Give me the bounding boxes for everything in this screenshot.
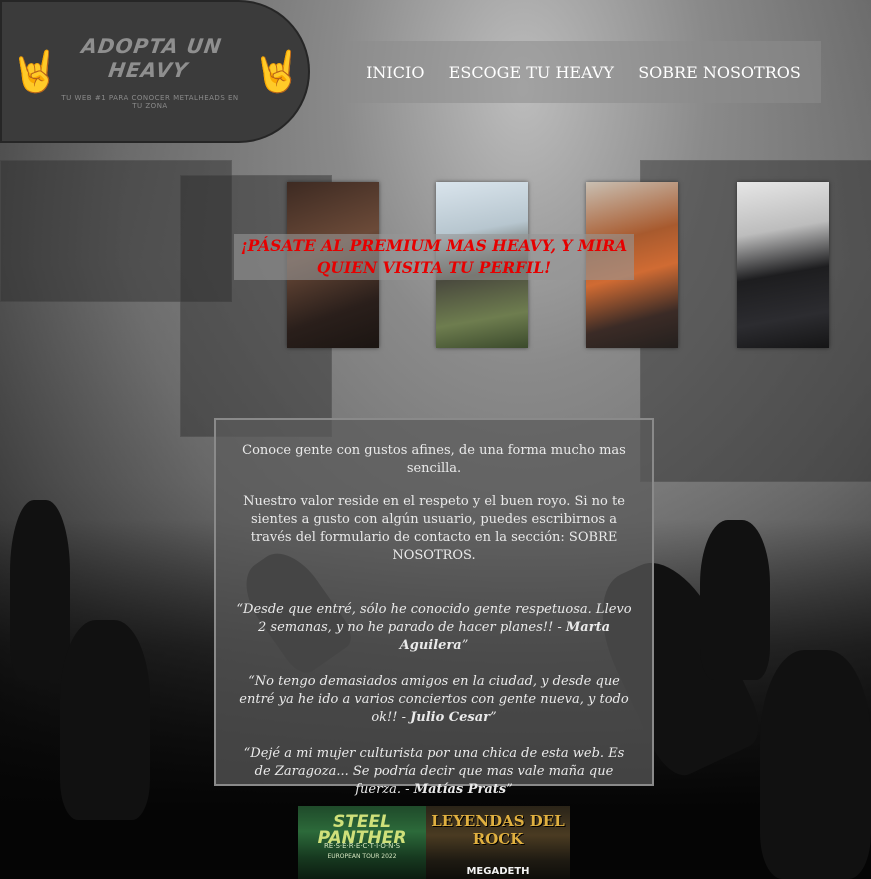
poster-band: MEGADETH <box>466 866 530 877</box>
values-paragraph: Nuestro valor reside en el respeto y el … <box>243 494 625 563</box>
metal-horns-icon: 🤘 <box>10 49 60 95</box>
logo-title: ADOPTA UN HEAVY <box>79 34 224 82</box>
premium-promo-banner[interactable]: ¡PÁSATE AL PREMIUM MAS HEAVY, Y MIRA QUI… <box>234 234 634 280</box>
logo-subtitle: TU WEB #1 PARA CONOCER METALHEADS EN TU … <box>61 94 239 110</box>
raised-hand <box>700 520 770 680</box>
raised-hand <box>60 620 150 820</box>
intro-paragraph: Conoce gente con gustos afines, de una f… <box>242 443 626 476</box>
info-box: Conoce gente con gustos afines, de una f… <box>214 418 654 797</box>
quote-close: ” <box>461 638 469 653</box>
nav-sobre-nosotros[interactable]: SOBRE NOSOTROS <box>638 63 801 82</box>
poster-steel-panther[interactable]: STEEL PANTHER RE·S·E·R·E·C·T·I·O·N·S EUR… <box>298 806 426 879</box>
profile-photo-4[interactable] <box>737 182 829 348</box>
testimonial: “Desde que entré, sólo he conocido gente… <box>234 601 634 655</box>
quote-close: ” <box>490 710 497 725</box>
testimonial: “Dejé a mi mujer culturista por una chic… <box>234 745 634 799</box>
poster-leyendas-del-rock[interactable]: LEYENDAS DEL ROCK MEGADETH <box>426 806 570 879</box>
site-logo[interactable]: 🤘 ADOPTA UN HEAVY 🤘 TU WEB #1 PARA CONOC… <box>0 0 310 143</box>
poster-subtitle: RE·S·E·R·E·C·T·I·O·N·S <box>323 842 401 850</box>
metal-horns-icon: 🤘 <box>252 49 302 95</box>
main-navigation: INICIO ESCOGE TU HEAVY SOBRE NOSOTROS <box>346 41 821 103</box>
poster-title: LEYENDAS DEL ROCK <box>431 812 565 848</box>
quote-close: ” <box>506 782 513 797</box>
testimonial: “No tengo demasiados amigos en la ciudad… <box>234 673 634 727</box>
testimonial-author: Julio Cesar <box>410 710 491 725</box>
nav-escoge-tu-heavy[interactable]: ESCOGE TU HEAVY <box>449 63 614 82</box>
testimonials: “Desde que entré, sólo he conocido gente… <box>234 601 634 799</box>
testimonial-author: Matías Prats <box>413 782 507 797</box>
nav-inicio[interactable]: INICIO <box>366 63 424 82</box>
poster-tour: EUROPEAN TOUR 2022 <box>327 853 397 860</box>
raised-hand <box>10 500 70 680</box>
raised-hand <box>760 650 871 879</box>
